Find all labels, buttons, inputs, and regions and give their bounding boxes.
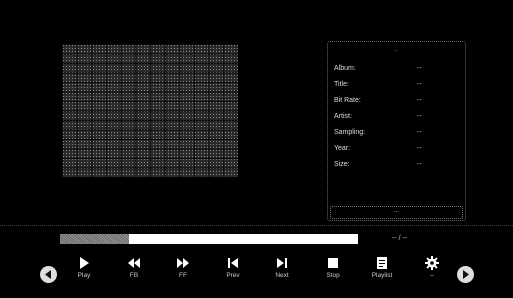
next-label: Next <box>275 272 289 279</box>
album-value: -- <box>417 65 422 72</box>
prev-label: Prev <box>226 272 240 279</box>
stop-button[interactable]: Stop <box>315 256 351 286</box>
album-art-grid <box>62 44 238 177</box>
fast-backward-icon <box>128 258 140 268</box>
stop-label: Stop <box>326 272 340 279</box>
sampling-value: -- <box>417 129 422 136</box>
settings-button[interactable]: -- <box>414 256 450 286</box>
time-display: -- / -- <box>392 235 408 242</box>
play-button[interactable]: Play <box>66 256 102 286</box>
year-value: -- <box>417 145 422 152</box>
playlist-label: Playlist <box>371 272 393 279</box>
nav-left-button[interactable] <box>40 266 57 283</box>
info-row-artist: Artist: -- <box>334 113 459 125</box>
artist-value: -- <box>417 113 422 120</box>
info-panel-header: .. <box>394 47 399 53</box>
settings-label: -- <box>429 272 435 279</box>
divider <box>0 225 513 226</box>
info-row-year: Year: -- <box>334 145 459 157</box>
info-row-size: Size: -- <box>334 161 459 173</box>
bit-rate-value: -- <box>417 97 422 104</box>
fast-backward-button[interactable]: FB <box>116 256 152 286</box>
info-row-title: Title: -- <box>334 81 459 93</box>
fast-forward-icon <box>177 258 189 268</box>
media-player-screen: .. Album: -- Title: -- Bit Rate: -- Arti… <box>0 0 513 298</box>
nav-right-button[interactable] <box>457 266 474 283</box>
playlist-icon <box>377 257 387 269</box>
chevron-left-icon <box>45 270 51 279</box>
size-label: Size: <box>334 161 350 168</box>
bit-rate-label: Bit Rate: <box>334 97 361 104</box>
next-icon <box>277 258 287 268</box>
fast-forward-button[interactable]: FF <box>165 256 201 286</box>
info-panel-footer: ... <box>330 206 463 219</box>
info-row-bit-rate: Bit Rate: -- <box>334 97 459 109</box>
year-label: Year: <box>334 145 351 152</box>
artist-label: Artist: <box>334 113 352 120</box>
size-value: -- <box>417 161 422 168</box>
info-row-sampling: Sampling: -- <box>334 129 459 141</box>
progress-bar[interactable] <box>60 234 358 244</box>
progress-played <box>60 234 129 244</box>
playlist-button[interactable]: Playlist <box>364 256 400 286</box>
media-info-panel: .. Album: -- Title: -- Bit Rate: -- Arti… <box>327 41 466 221</box>
title-value: -- <box>417 81 422 88</box>
ff-label: FF <box>179 272 187 279</box>
play-icon <box>80 257 89 269</box>
settings-icon <box>425 256 439 270</box>
album-label: Album: <box>334 65 356 72</box>
stop-icon <box>328 258 338 268</box>
fb-label: FB <box>129 272 139 279</box>
chevron-right-icon <box>463 270 469 279</box>
album-art-placeholder <box>62 44 238 177</box>
next-button[interactable]: Next <box>264 256 300 286</box>
play-label: Play <box>77 272 91 279</box>
previous-icon <box>228 258 238 268</box>
info-panel-footer-text: ... <box>393 208 399 214</box>
info-row-album: Album: -- <box>334 65 459 77</box>
previous-button[interactable]: Prev <box>215 256 251 286</box>
title-label: Title: <box>334 81 349 88</box>
sampling-label: Sampling: <box>334 129 366 136</box>
